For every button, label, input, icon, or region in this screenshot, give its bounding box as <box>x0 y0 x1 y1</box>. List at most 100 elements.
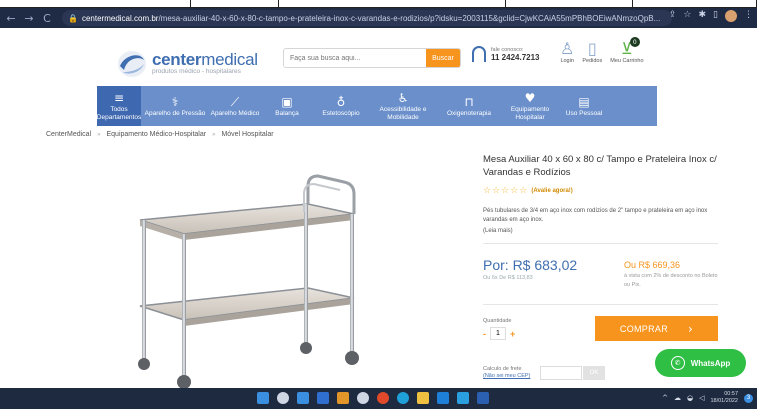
menu-label: Balança <box>275 109 299 117</box>
quantity-plus-button[interactable]: + <box>510 329 515 339</box>
lock-icon: 🔒 <box>68 13 78 23</box>
menu-label: Equipamento Hospitalar <box>510 106 550 121</box>
extension-icon[interactable]: ✱ <box>699 10 707 22</box>
shipping-calculator: Calculo de frete (Não sei meu CEP) <box>483 366 530 380</box>
menu-item-personal-use[interactable]: ▤ Uso Pessoal <box>559 86 609 126</box>
whatsapp-button[interactable]: ✆ WhatsApp <box>655 349 746 377</box>
clock-date: 18/01/2022 <box>710 398 738 404</box>
installments: Ou 6x De R$ 113,83 <box>483 275 533 281</box>
store-icon[interactable] <box>437 392 449 404</box>
brand-name: centermedical <box>152 50 258 70</box>
login-link[interactable]: ♙ Login <box>560 38 575 65</box>
personal-icon: ▤ <box>578 94 590 109</box>
unknown-cep-link[interactable]: (Não sei meu CEP) <box>483 373 530 380</box>
blood-pressure-icon: ⚕ <box>171 94 179 109</box>
volume-icon[interactable]: ◁ <box>699 394 704 402</box>
menu-item-medical-device[interactable]: ⟋ Aparelho Médico <box>209 86 261 126</box>
forward-button[interactable]: → <box>22 12 36 25</box>
system-tray: ^ ☁ ◒ ◁ 00:57 18/01/2022 3 <box>662 391 753 405</box>
quantity-label: Quantidade <box>483 318 512 324</box>
cart-icon: ⊻ 0 <box>621 37 640 58</box>
cloud-icon[interactable]: ☁ <box>674 394 681 402</box>
start-icon[interactable] <box>257 392 269 404</box>
search-button[interactable]: Buscar <box>426 49 460 67</box>
folder-icon[interactable] <box>417 392 429 404</box>
url-path: /mesa-auxiliar-40-x-60-x-80-c-tampo-e-pr… <box>158 13 661 23</box>
taskbar: ^ ☁ ◒ ◁ 00:57 18/01/2022 3 <box>0 388 757 409</box>
profile-icon[interactable] <box>725 10 737 22</box>
chevron-up-icon[interactable]: ^ <box>662 394 668 402</box>
menu-item-oxygen[interactable]: ⊓ Oxigenoterapia <box>437 86 501 126</box>
word-icon[interactable] <box>477 392 489 404</box>
chevron-right-icon: › <box>688 321 694 336</box>
cep-input[interactable] <box>540 366 582 380</box>
heart-icon: ♥ <box>524 91 536 106</box>
edge-icon[interactable] <box>397 392 409 404</box>
scale-icon: ▣ <box>281 94 293 109</box>
app-icon[interactable] <box>357 392 369 404</box>
menu-icon[interactable]: ⋮ <box>744 10 753 22</box>
notification-badge[interactable]: 3 <box>744 393 753 403</box>
hamburger-icon: ≡ <box>113 91 125 106</box>
menu-label: Acessibilidade e Mobilidade <box>379 106 427 121</box>
share-icon[interactable]: ⇪ <box>669 10 677 22</box>
menu-item-blood-pressure[interactable]: ⚕ Aparelho de Pressão <box>141 86 209 126</box>
menu-item-accessibility[interactable]: ♿ Acessibilidade e Mobilidade <box>369 86 437 126</box>
cart-label: Meu Carrinho <box>610 58 644 64</box>
cash-price: Ou R$ 669,36 <box>624 260 681 270</box>
breadcrumb-home[interactable]: CenterMedical <box>46 131 91 138</box>
widgets-icon[interactable] <box>317 392 329 404</box>
cart-badge: 0 <box>629 37 640 47</box>
contact-phone[interactable]: 11 2424.7213 <box>491 53 540 62</box>
product-description: Pés tubulares de 3/4 em aço inox com rod… <box>483 208 708 223</box>
breadcrumb-subcategory[interactable]: Móvel Hospitalar <box>221 131 273 138</box>
divider <box>483 243 718 244</box>
chrome-icon[interactable] <box>377 392 389 404</box>
taskbar-apps <box>257 392 489 404</box>
sidebar-icon[interactable]: ▯ <box>713 10 718 22</box>
reload-button[interactable]: C <box>40 12 54 25</box>
buy-button[interactable]: COMPRAR › <box>595 316 718 341</box>
quantity-input[interactable]: 1 <box>490 327 506 340</box>
brand[interactable]: centermedical produtos médico - hospital… <box>152 50 258 75</box>
rating-stars[interactable]: ☆☆☆☆☆ <box>483 186 528 196</box>
cash-note: à vista com 2% de desconto no Boleto ou … <box>624 273 718 288</box>
breadcrumb-separator: » <box>97 131 101 138</box>
browser-actions: ⇪ ☆ ✱ ▯ ⋮ <box>669 10 753 22</box>
product-image[interactable] <box>118 168 374 390</box>
whatsapp-label: WhatsApp <box>690 358 731 368</box>
divider <box>483 304 718 305</box>
menu-label: Aparelho Médico <box>210 109 260 117</box>
wifi-icon[interactable]: ◒ <box>687 394 693 402</box>
chat-icon[interactable] <box>337 392 349 404</box>
menu-item-stethoscope[interactable]: ♁ Estetoscópio <box>313 86 369 126</box>
clipboard-icon: ▯ <box>587 38 597 58</box>
shipping-ok-button[interactable]: OK <box>583 366 605 380</box>
strip-divider <box>190 0 191 8</box>
centermedical-logo-icon[interactable] <box>117 50 147 78</box>
rating: ☆☆☆☆☆ (Avalie agora!) <box>483 186 573 196</box>
breadcrumb-separator: » <box>212 131 216 138</box>
star-icon[interactable]: ☆ <box>683 10 691 22</box>
orders-link[interactable]: ▯ Pedidos <box>582 38 602 65</box>
address-bar[interactable]: 🔒 centermedical.com.br /mesa-auxiliar-40… <box>62 10 672 26</box>
read-more-link[interactable]: (Leia mais) <box>483 228 513 234</box>
breadcrumb-category[interactable]: Equipamento Médico-Hospitalar <box>106 131 206 138</box>
mail-icon[interactable] <box>457 392 469 404</box>
window-top-strip <box>0 0 757 8</box>
back-button[interactable]: ← <box>4 12 18 25</box>
browser-toolbar: ← → C 🔒 centermedical.com.br /mesa-auxil… <box>0 8 757 28</box>
menu-item-all-departments[interactable]: ≡ Todos Departamentos <box>97 86 141 126</box>
clock[interactable]: 00:57 18/01/2022 <box>710 391 738 405</box>
search-input[interactable] <box>284 49 426 67</box>
menu-item-scale[interactable]: ▣ Balança <box>261 86 313 126</box>
task-view-icon[interactable] <box>297 392 309 404</box>
quantity-minus-button[interactable]: - <box>483 329 486 339</box>
rate-now-link[interactable]: (Avalie agora!) <box>531 188 572 194</box>
menu-label: Aparelho de Pressão <box>144 109 206 117</box>
search-icon[interactable] <box>277 392 289 404</box>
cart-link[interactable]: ⊻ 0 Meu Carrinho <box>610 37 644 64</box>
brand-medical: medical <box>201 50 258 69</box>
menu-item-hospital-equipment[interactable]: ♥ Equipamento Hospitalar <box>501 86 559 126</box>
user-icon: ♙ <box>560 38 575 58</box>
